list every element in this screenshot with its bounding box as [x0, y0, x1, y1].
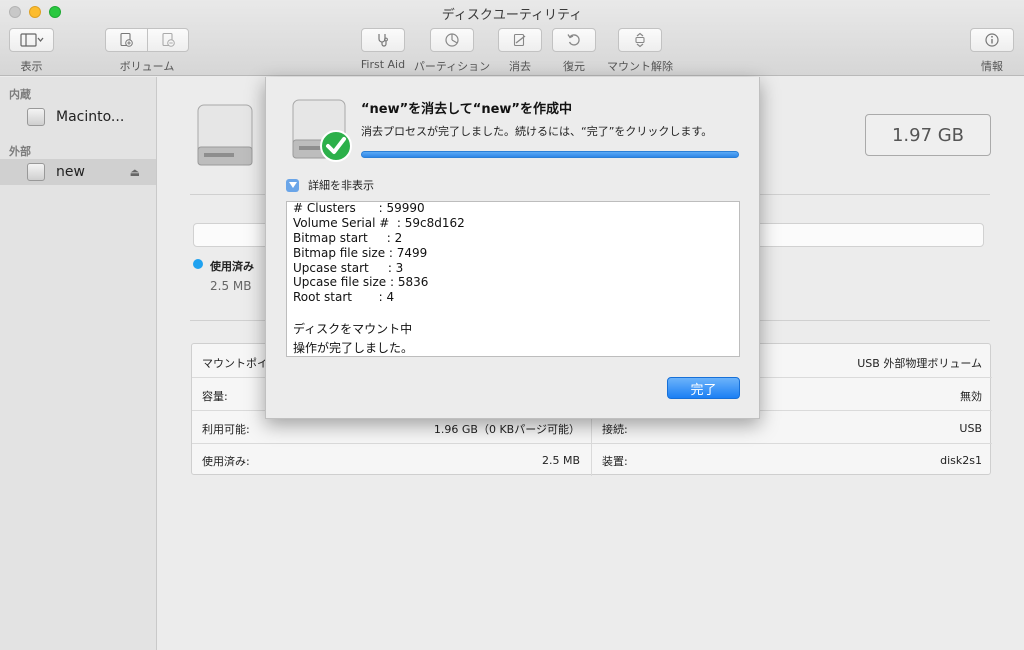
info-key: 利用可能: [202, 422, 250, 436]
info-row-used: 使用済み: 2.5 MB [202, 444, 580, 477]
sidebar-header-external: 外部 [9, 145, 31, 158]
info-label: 情報 [981, 60, 1003, 73]
info-key: 装置: [602, 454, 628, 468]
progress-bar [361, 151, 739, 158]
add-volume-icon [120, 32, 133, 47]
info-icon [985, 33, 999, 47]
restore-button[interactable] [552, 28, 596, 52]
drive-icon [197, 104, 253, 166]
erase-progress-sheet: “new”を消去して“new”を作成中 消去プロセスが完了しました。続けるには、… [265, 77, 760, 419]
view-button[interactable] [9, 28, 54, 52]
info-button[interactable] [970, 28, 1014, 52]
restore-icon [567, 34, 580, 46]
internal-disk-icon [27, 108, 45, 126]
sheet-title: “new”を消去して“new”を作成中 [361, 102, 572, 117]
log-line: 操作が完了しました。 [293, 341, 414, 355]
unmount-button[interactable] [618, 28, 662, 52]
log-line: Root start : 4 [293, 290, 395, 304]
log-line: ディスクをマウント中 [293, 322, 413, 336]
info-value: 1.96 GB（0 KBパージ可能） [433, 422, 580, 436]
info-key: 接続: [602, 422, 628, 436]
title-bar: ディスクユーティリティ 表示 ボリューム First Aid パーティション 消… [0, 0, 1024, 76]
sidebar-item-label: Macinto... [56, 109, 125, 125]
info-value: 無効 [960, 389, 982, 403]
drive-check-icon [292, 99, 352, 162]
log-line: Upcase start : 3 [293, 261, 404, 275]
partition-label: パーティション [413, 60, 491, 73]
info-key: マウントポイ [202, 356, 268, 370]
external-disk-icon [27, 163, 45, 181]
log-line: Bitmap file size : 7499 [293, 246, 428, 260]
sheet-message: 消去プロセスが完了しました。続けるには、“完了”をクリックします。 [361, 125, 713, 138]
pie-partition-icon [445, 33, 459, 47]
sidebar-view-icon [19, 33, 43, 47]
progress-fill [362, 152, 738, 157]
info-value: disk2s1 [940, 454, 982, 467]
info-value: USB [959, 422, 982, 435]
log-line: # Clusters : 59990 [293, 201, 425, 215]
eject-icon[interactable]: ⏏ [130, 166, 140, 179]
window-title: ディスクユーティリティ [441, 8, 583, 23]
log-line: Bitmap start : 2 [293, 231, 403, 245]
details-toggle-label: 詳細を非表示 [308, 179, 374, 192]
log-line: Volume Serial # : 59c8d162 [293, 216, 465, 230]
disclosure-triangle-icon[interactable] [286, 178, 299, 192]
erase-label: 消去 [509, 60, 531, 73]
used-legend-label: 使用済み [210, 260, 254, 273]
remove-volume-icon [162, 32, 175, 47]
restore-label: 復元 [563, 60, 585, 73]
info-row-device: 装置: disk2s1 [602, 444, 982, 477]
sidebar-item-new[interactable]: new ⏏ [0, 159, 156, 185]
unmount-label: マウント解除 [607, 60, 673, 73]
view-label: 表示 [20, 60, 43, 73]
info-key: 容量: [202, 389, 228, 403]
info-value: USB 外部物理ボリューム [857, 356, 982, 370]
stethoscope-icon [378, 34, 388, 47]
sidebar-item-label: new [56, 164, 85, 180]
capacity-display: 1.97 GB [865, 114, 991, 156]
erase-icon [513, 33, 526, 47]
sidebar-item-macintosh[interactable]: Macinto... [0, 104, 156, 130]
unmount-icon [635, 32, 645, 48]
sidebar: 内蔵 Macinto... 外部 new ⏏ [0, 77, 157, 650]
used-legend-value: 2.5 MB [210, 279, 252, 293]
first-aid-button[interactable] [361, 28, 405, 52]
log-line: Upcase file size : 5836 [293, 275, 429, 289]
erase-button[interactable] [498, 28, 542, 52]
volume-label: ボリューム [119, 60, 175, 73]
partition-button[interactable] [430, 28, 474, 52]
info-key: 使用済み: [202, 454, 250, 468]
done-button[interactable]: 完了 [667, 377, 740, 399]
remove-volume-button[interactable] [148, 28, 188, 52]
used-legend-dot [193, 259, 203, 269]
details-log[interactable]: # Clusters : 59990 Volume Serial # : 59c… [286, 201, 740, 357]
add-volume-button[interactable] [106, 28, 146, 52]
info-value: 2.5 MB [541, 454, 580, 467]
first-aid-label: First Aid [360, 58, 406, 71]
sidebar-header-internal: 内蔵 [9, 88, 31, 101]
details-toggle[interactable]: 詳細を非表示 [286, 177, 374, 193]
